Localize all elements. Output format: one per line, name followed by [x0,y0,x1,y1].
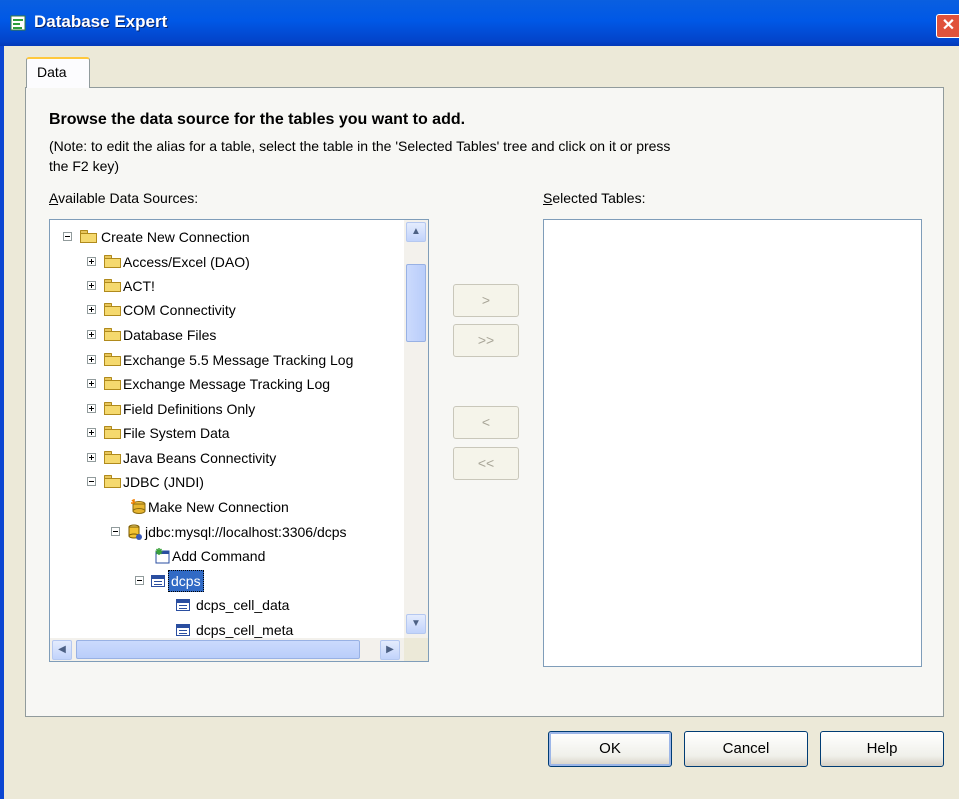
scroll-up-button[interactable]: ▲ [406,222,426,242]
instruction-note-continued: the F2 key) [49,158,120,174]
table-icon [176,599,190,611]
add-table-button[interactable]: > [453,284,519,317]
chevron-right-icon: ▶ [386,644,394,655]
tree-vertical-scrollbar[interactable]: ▲ ▼ [404,220,428,638]
folder-icon [104,426,121,439]
expand-toggle-icon[interactable] [87,257,96,266]
app-icon [10,15,26,31]
folder-icon [104,255,121,268]
title-bar[interactable]: Database Expert ✕ [0,0,959,46]
folder-icon [80,230,97,243]
selected-tables-tree[interactable] [543,219,922,667]
remove-all-tables-button[interactable]: << [453,447,519,480]
available-data-sources-tree[interactable]: Create New Connection Access/Excel (DAO)… [49,219,429,662]
new-connection-icon [131,499,146,514]
scroll-right-button[interactable]: ▶ [380,640,400,660]
folder-icon [104,451,121,464]
folder-icon [104,353,121,366]
expand-toggle-icon[interactable] [87,355,96,364]
folder-icon [104,475,121,488]
tree-horizontal-scrollbar[interactable]: ◀ ▶ [50,638,404,661]
expand-toggle-icon[interactable] [87,281,96,290]
tree-viewport: Create New Connection Access/Excel (DAO)… [50,220,404,638]
add-command-icon [155,548,170,564]
scroll-down-button[interactable]: ▼ [406,614,426,634]
instruction-heading: Browse the data source for the tables yo… [49,111,466,128]
available-data-sources-label: Available Data Sources: [49,190,199,206]
ok-button[interactable]: OK [548,731,672,767]
close-icon: ✕ [941,17,956,34]
window-title: Database Expert [34,12,168,31]
scroll-left-button[interactable]: ◀ [52,640,72,660]
remove-table-button[interactable]: < [453,406,519,439]
database-connection-icon [128,524,142,540]
expand-toggle-icon[interactable] [87,379,96,388]
folder-icon [104,279,121,292]
help-button[interactable]: Help [820,731,944,767]
chevron-up-icon: ▲ [411,226,421,237]
scrollbar-corner [404,638,428,661]
tab-data[interactable]: Data [26,57,90,88]
vertical-scroll-thumb[interactable] [406,264,426,342]
collapse-toggle-icon[interactable] [63,232,72,241]
instruction-note: (Note: to edit the alias for a table, se… [49,138,671,154]
folder-icon [104,377,121,390]
folder-icon [104,303,121,316]
database-expert-dialog: Database Expert ✕ Data Browse the data s… [0,0,959,799]
close-button[interactable]: ✕ [936,14,959,38]
window-border [0,46,4,799]
horizontal-scroll-thumb[interactable] [76,640,360,659]
collapse-toggle-icon[interactable] [135,576,144,585]
table-icon [151,575,165,587]
expand-toggle-icon[interactable] [87,453,96,462]
add-all-tables-button[interactable]: >> [453,324,519,357]
folder-icon [104,328,121,341]
chevron-down-icon: ▼ [411,618,421,629]
expand-toggle-icon[interactable] [87,305,96,314]
chevron-left-icon: ◀ [58,644,66,655]
collapse-toggle-icon[interactable] [87,477,96,486]
expand-toggle-icon[interactable] [87,428,96,437]
expand-toggle-icon[interactable] [87,330,96,339]
collapse-toggle-icon[interactable] [111,527,120,536]
expand-toggle-icon[interactable] [87,404,96,413]
selected-tables-label: Selected Tables: [543,190,646,206]
folder-icon [104,402,121,415]
cancel-button[interactable]: Cancel [684,731,808,767]
tab-label: Data [37,64,67,80]
table-icon [176,624,190,636]
